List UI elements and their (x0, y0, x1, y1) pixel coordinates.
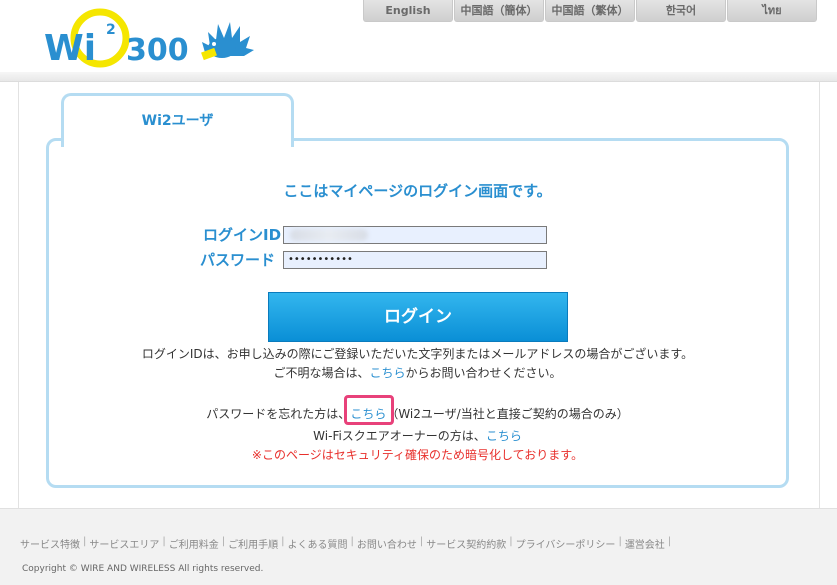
login-id-label: ログインID (203, 226, 282, 244)
header: Wi 2 300 English 中国語（簡体） 中国語（繁体） 한국어 ไทย (0, 0, 837, 80)
footer-link-features[interactable]: サービス特徴 (20, 536, 80, 551)
lang-chinese-traditional-button[interactable]: 中国語（繁体） (545, 0, 635, 22)
lang-english-button[interactable]: English (363, 0, 453, 22)
footer-link-contact[interactable]: お問い合わせ (357, 536, 417, 551)
redacted-login-id (290, 229, 368, 241)
page-title: ここはマイページのログイン画面です。 (283, 182, 552, 200)
footer-link-area[interactable]: サービスエリア (89, 536, 159, 551)
lang-korean-button[interactable]: 한국어 (636, 0, 726, 22)
login-id-note: ログインIDは、お申し込みの際にご登録いただいた文字列またはメールアドレスの場合… (141, 347, 694, 361)
wifi-square-owner-note: Wi-Fiスクエアオーナーの方は、こちら (313, 429, 522, 443)
footer-link-company[interactable]: 運営会社 (625, 536, 665, 551)
svg-text:2: 2 (106, 22, 116, 38)
password-mask: ••••••••••• (288, 254, 353, 265)
footer-link-procedure[interactable]: ご利用手順 (228, 536, 278, 551)
wi2-300-logo[interactable]: Wi 2 300 (42, 8, 257, 70)
svg-text:300: 300 (126, 33, 189, 68)
footer-links: サービス特徴 | サービスエリア | ご利用料金 | ご利用手順 | よくある質問 | お… (20, 536, 672, 551)
password-label: パスワード (200, 251, 276, 269)
svg-text:Wi: Wi (44, 28, 96, 69)
language-bar: English 中国語（簡体） 中国語（繁体） 한국어 ไทย (363, 0, 818, 22)
copyright: Copyright © WIRE AND WIRELESS All rights… (22, 564, 264, 574)
tab-label: Wi2ユーザ (141, 113, 214, 129)
footer-link-pricing[interactable]: ご利用料金 (169, 536, 219, 551)
footer: サービス特徴 | サービスエリア | ご利用料金 | ご利用手順 | よくある質問 | お… (0, 508, 837, 585)
lang-chinese-simplified-button[interactable]: 中国語（簡体） (454, 0, 544, 22)
header-divider (0, 72, 837, 82)
contact-link[interactable]: こちら (369, 366, 405, 380)
footer-link-terms[interactable]: サービス契約約款 (426, 536, 506, 551)
highlight-box (344, 395, 394, 425)
footer-link-faq[interactable]: よくある質問 (288, 536, 348, 551)
login-button[interactable]: ログイン (268, 292, 568, 342)
lang-thai-button[interactable]: ไทย (727, 0, 817, 22)
encryption-notice: ※このページはセキュリティ確保のため暗号化しております。 (251, 448, 584, 462)
contact-note: ご不明な場合は、こちらからお問い合わせください。 (273, 366, 562, 380)
forgot-password-note: パスワードを忘れた方は、こちら（Wi2ユーザ/当社と直接ご契約の場合のみ） (206, 407, 629, 421)
footer-link-privacy[interactable]: プライバシーポリシー (516, 536, 616, 551)
wifi-square-owner-link[interactable]: こちら (486, 429, 522, 443)
